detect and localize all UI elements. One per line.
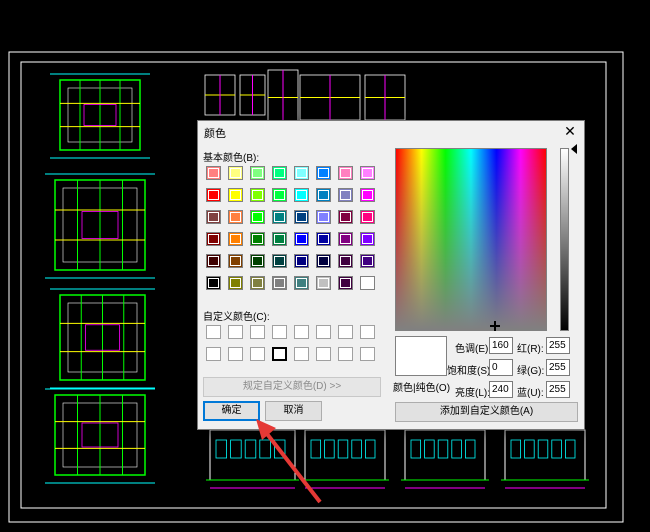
basic-color-swatch[interactable]: [206, 232, 221, 246]
color-spectrum[interactable]: [395, 148, 547, 331]
basic-color-swatch[interactable]: [206, 254, 221, 268]
close-icon[interactable]: ✕: [561, 122, 579, 140]
basic-color-swatch[interactable]: [250, 232, 265, 246]
custom-color-swatch[interactable]: [228, 347, 243, 361]
color-solid-label: 颜色|纯色(O): [393, 383, 451, 394]
basic-color-swatch[interactable]: [316, 254, 331, 268]
basic-color-swatch[interactable]: [360, 210, 375, 224]
blue-label: 蓝(U):: [517, 388, 544, 399]
lum-label: 亮度(L):: [455, 388, 490, 399]
custom-color-swatch[interactable]: [338, 325, 353, 339]
add-to-custom-colors-button[interactable]: 添加到自定义颜色(A): [395, 402, 578, 422]
basic-color-swatch[interactable]: [360, 188, 375, 202]
basic-color-swatch[interactable]: [360, 254, 375, 268]
basic-color-swatch[interactable]: [294, 276, 309, 290]
basic-color-swatch[interactable]: [338, 166, 353, 180]
blue-field[interactable]: 255: [546, 381, 570, 398]
custom-color-swatch[interactable]: [228, 325, 243, 339]
color-dialog: 颜色 ✕ 基本颜色(B): 自定义颜色(C): 规定自定义颜色(D) >> 确定…: [197, 120, 585, 430]
basic-color-swatch[interactable]: [250, 188, 265, 202]
luminosity-slider[interactable]: [560, 148, 569, 331]
basic-color-swatch[interactable]: [338, 254, 353, 268]
custom-color-swatch[interactable]: [206, 347, 221, 361]
basic-color-swatch[interactable]: [338, 276, 353, 290]
custom-color-swatch[interactable]: [294, 325, 309, 339]
basic-color-swatch[interactable]: [228, 276, 243, 290]
basic-color-swatch[interactable]: [316, 188, 331, 202]
basic-color-swatch[interactable]: [250, 276, 265, 290]
red-field[interactable]: 255: [546, 337, 570, 354]
basic-color-swatch[interactable]: [294, 188, 309, 202]
basic-color-swatch[interactable]: [206, 188, 221, 202]
basic-color-swatch[interactable]: [316, 166, 331, 180]
green-field[interactable]: 255: [546, 359, 570, 376]
basic-color-swatch[interactable]: [338, 232, 353, 246]
basic-color-swatch[interactable]: [228, 210, 243, 224]
sat-field[interactable]: 0: [489, 359, 513, 376]
basic-color-swatch[interactable]: [272, 232, 287, 246]
custom-color-swatch[interactable]: [206, 325, 221, 339]
basic-color-swatch[interactable]: [294, 232, 309, 246]
custom-color-swatch[interactable]: [316, 347, 331, 361]
basic-color-swatch[interactable]: [294, 254, 309, 268]
define-custom-colors-button[interactable]: 规定自定义颜色(D) >>: [203, 377, 381, 397]
basic-color-swatch[interactable]: [338, 188, 353, 202]
custom-color-swatch[interactable]: [360, 347, 375, 361]
color-preview: [395, 336, 447, 376]
basic-color-swatch[interactable]: [272, 188, 287, 202]
basic-color-swatch[interactable]: [294, 210, 309, 224]
green-label: 绿(G):: [517, 366, 545, 377]
custom-color-swatch[interactable]: [316, 325, 331, 339]
basic-color-swatch[interactable]: [294, 166, 309, 180]
dialog-title: 颜色: [204, 128, 226, 140]
basic-color-swatch[interactable]: [360, 276, 375, 290]
basic-color-swatch[interactable]: [316, 210, 331, 224]
basic-color-swatch[interactable]: [228, 254, 243, 268]
basic-color-swatch[interactable]: [272, 276, 287, 290]
basic-color-swatch[interactable]: [206, 210, 221, 224]
hue-label: 色调(E):: [455, 344, 492, 355]
ok-button[interactable]: 确定: [203, 401, 260, 421]
basic-color-swatch[interactable]: [250, 254, 265, 268]
basic-color-swatch[interactable]: [272, 210, 287, 224]
custom-color-swatch[interactable]: [250, 347, 265, 361]
custom-colors-label: 自定义颜色(C):: [203, 312, 270, 323]
basic-color-swatch[interactable]: [228, 166, 243, 180]
basic-color-swatch[interactable]: [228, 188, 243, 202]
basic-color-swatch[interactable]: [228, 232, 243, 246]
basic-color-swatch[interactable]: [272, 254, 287, 268]
cancel-button[interactable]: 取消: [265, 401, 322, 421]
basic-color-swatch[interactable]: [206, 276, 221, 290]
basic-color-swatch[interactable]: [360, 232, 375, 246]
basic-color-swatch[interactable]: [272, 166, 287, 180]
basic-colors-label: 基本颜色(B):: [203, 153, 260, 164]
custom-color-swatch[interactable]: [338, 347, 353, 361]
basic-color-swatch[interactable]: [360, 166, 375, 180]
custom-color-swatch[interactable]: [250, 325, 265, 339]
basic-color-swatch[interactable]: [316, 232, 331, 246]
custom-color-swatch[interactable]: [272, 347, 287, 361]
basic-color-swatch[interactable]: [206, 166, 221, 180]
custom-color-swatch[interactable]: [272, 325, 287, 339]
hue-field[interactable]: 160: [489, 337, 513, 354]
spectrum-crosshair-icon[interactable]: [490, 321, 500, 331]
custom-color-swatch[interactable]: [294, 347, 309, 361]
lum-field[interactable]: 240: [489, 381, 513, 398]
custom-color-swatch[interactable]: [360, 325, 375, 339]
sat-label: 饱和度(S):: [447, 366, 494, 377]
basic-color-swatch[interactable]: [338, 210, 353, 224]
luminosity-arrow-icon[interactable]: [571, 144, 577, 154]
basic-color-swatch[interactable]: [316, 276, 331, 290]
basic-color-swatch[interactable]: [250, 210, 265, 224]
red-label: 红(R):: [517, 344, 544, 355]
basic-color-swatch[interactable]: [250, 166, 265, 180]
